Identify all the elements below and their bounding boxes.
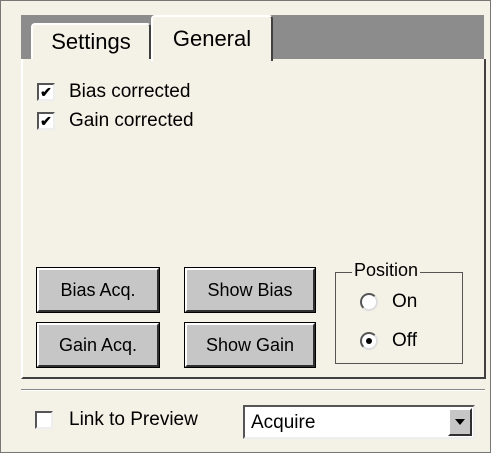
footer-divider (21, 389, 485, 391)
gain-corrected-checkbox[interactable]: ✔ Gain corrected (37, 110, 194, 132)
position-off-label: Off (392, 330, 417, 351)
mode-select-value: Acquire (251, 412, 316, 433)
tab-settings[interactable]: Settings (31, 23, 151, 59)
position-off-radio[interactable]: Off (360, 330, 417, 352)
position-legend: Position (352, 260, 421, 281)
bias-corrected-checkbox[interactable]: ✔ Bias corrected (37, 81, 190, 103)
gain-acq-button[interactable]: Gain Acq. (36, 322, 160, 368)
dropdown-arrow-icon[interactable] (448, 408, 472, 436)
checkbox-empty-icon[interactable] (35, 411, 53, 429)
bias-acq-button[interactable]: Bias Acq. (36, 267, 160, 313)
show-gain-button[interactable]: Show Gain (184, 322, 316, 368)
show-bias-button[interactable]: Show Bias (184, 267, 316, 313)
tab-general[interactable]: General (151, 15, 273, 61)
link-to-preview-checkbox[interactable]: Link to Preview (35, 409, 198, 431)
checkbox-check-icon[interactable]: ✔ (37, 112, 55, 130)
radio-button-icon[interactable] (360, 293, 378, 311)
position-on-label: On (392, 291, 418, 312)
link-to-preview-label: Link to Preview (69, 409, 198, 430)
radio-button-selected-icon[interactable] (360, 332, 378, 350)
mode-select[interactable]: Acquire (243, 405, 475, 439)
checkbox-check-icon[interactable]: ✔ (37, 83, 55, 101)
position-on-radio[interactable]: On (360, 291, 417, 313)
bias-corrected-label: Bias corrected (69, 81, 191, 102)
gain-corrected-label: Gain corrected (69, 110, 194, 131)
general-panel: Settings General ✔ Bias corrected ✔ Gain… (0, 0, 491, 453)
position-group: Position On Off (335, 260, 463, 364)
